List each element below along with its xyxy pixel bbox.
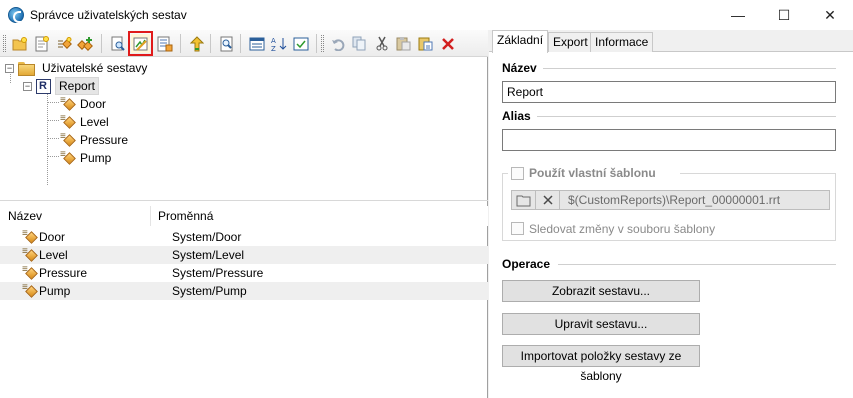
template-path: $(CustomReports)\Report_00000001.rrt: [568, 193, 781, 207]
operations-section-title: Operace: [502, 257, 557, 271]
column-header-name[interactable]: Název: [8, 209, 42, 223]
zoom-icon[interactable]: [217, 34, 236, 53]
variable-list: Název Proměnná Door System/Door Level Sy…: [0, 206, 488, 398]
undo-icon[interactable]: [328, 34, 347, 53]
move-up-icon[interactable]: [187, 34, 206, 53]
use-custom-template-checkbox[interactable]: [511, 167, 524, 180]
column-header-variable[interactable]: Proměnná: [158, 209, 213, 223]
import-template-items-button[interactable]: Importovat položky sestavy ze šablony: [502, 345, 700, 383]
close-button[interactable]: ✕: [807, 0, 853, 30]
report-tree: − Uživatelské sestavy − R Report Door Le…: [0, 57, 488, 200]
table-row[interactable]: Pump System/Pump: [0, 282, 488, 300]
variable-icon: [22, 246, 35, 261]
name-field[interactable]: Report: [502, 81, 836, 103]
tree-root-label[interactable]: Uživatelské sestavy: [39, 60, 150, 76]
tree-report-label[interactable]: Report: [55, 77, 100, 95]
svg-text:A: A: [271, 37, 276, 45]
toolbar-separator: [210, 34, 211, 53]
list-view-icon[interactable]: [247, 34, 266, 53]
add-variables-icon[interactable]: [76, 34, 95, 53]
tree-variable-label[interactable]: Pressure: [77, 132, 131, 148]
tree-report-node[interactable]: − R Report: [23, 77, 100, 95]
toolbar-grip[interactable]: [3, 35, 6, 52]
open-folder-icon[interactable]: [512, 191, 536, 209]
collapse-toggle[interactable]: −: [5, 63, 14, 73]
toolbar: AZ: [0, 30, 488, 57]
tab-basic[interactable]: Základní: [492, 30, 549, 53]
select-icon[interactable]: [291, 34, 310, 53]
variable-icon: [22, 282, 35, 297]
panel-splitter[interactable]: [0, 200, 488, 201]
app-icon: [8, 7, 24, 23]
toolbar-separator: [101, 34, 102, 53]
tree-variable-label[interactable]: Level: [77, 114, 112, 130]
new-folder-icon[interactable]: [10, 34, 29, 53]
row-name: Pump: [39, 284, 71, 298]
left-panel: AZ − Uživatelské sestavy − R Report ≡ Do…: [0, 30, 488, 398]
row-variable: System/Level: [172, 248, 245, 262]
row-variable: System/Pressure: [172, 266, 264, 280]
minimize-button[interactable]: —: [715, 0, 761, 30]
preview-icon[interactable]: [108, 34, 127, 53]
row-name: Pressure: [39, 266, 88, 280]
watch-changes-checkbox[interactable]: [511, 222, 524, 235]
maximize-button[interactable]: ☐: [761, 0, 807, 30]
watch-changes-label: Sledovat změny v souboru šablony: [529, 222, 716, 236]
title-bar: Správce uživatelských sestav — ☐ ✕: [0, 0, 853, 30]
delete-icon[interactable]: [438, 34, 457, 53]
tree-root-node[interactable]: − Uživatelské sestavy: [5, 59, 150, 77]
add-variable-icon[interactable]: [54, 34, 73, 53]
sort-az-icon[interactable]: AZ: [269, 34, 288, 53]
paste-special-icon[interactable]: [416, 34, 435, 53]
template-path-row: $(CustomReports)\Report_00000001.rrt: [511, 190, 830, 210]
tab-export[interactable]: Export: [548, 32, 593, 52]
variable-icon: [60, 131, 73, 146]
edit-report-icon[interactable]: [128, 31, 153, 56]
table-row[interactable]: Door System/Door: [0, 228, 488, 246]
row-variable: System/Pump: [172, 284, 247, 298]
collapse-toggle[interactable]: −: [23, 81, 32, 91]
folder-icon: [18, 61, 35, 76]
cut-icon[interactable]: [372, 34, 391, 53]
variable-icon: [22, 228, 35, 243]
variable-icon: [60, 95, 73, 110]
toolbar-separator: [316, 34, 317, 53]
paste-icon[interactable]: [394, 34, 413, 53]
properties-panel: Základní Export Informace Název Report A…: [489, 30, 853, 398]
name-section-title: Název: [502, 61, 543, 75]
row-variable: System/Door: [172, 230, 242, 244]
tree-variable-node[interactable]: Pump: [60, 149, 114, 167]
copy-icon[interactable]: [350, 34, 369, 53]
list-header: Název Proměnná: [0, 206, 488, 226]
table-row[interactable]: Pressure System/Pressure: [0, 264, 488, 282]
tree-variable-node[interactable]: Level: [60, 113, 112, 131]
clear-icon[interactable]: [536, 191, 560, 209]
variable-icon: [60, 149, 73, 164]
variable-icon: [22, 264, 35, 279]
alias-field[interactable]: [502, 129, 836, 151]
tree-variable-label[interactable]: Door: [77, 96, 109, 112]
toolbar-grip[interactable]: [321, 35, 324, 52]
alias-section-title: Alias: [502, 109, 537, 123]
tree-variable-node[interactable]: Door: [60, 95, 109, 113]
table-row[interactable]: Level System/Level: [0, 246, 488, 264]
window-title: Správce uživatelských sestav: [30, 8, 187, 22]
report-list-icon[interactable]: [155, 34, 174, 53]
variable-icon: [60, 113, 73, 128]
use-custom-template-label: Použít vlastní šablonu: [529, 166, 656, 180]
toolbar-separator: [240, 34, 241, 53]
show-report-button[interactable]: Zobrazit sestavu...: [502, 280, 700, 302]
report-icon: R: [36, 78, 51, 94]
tab-strip: Základní Export Informace: [489, 30, 853, 53]
toolbar-separator: [180, 34, 181, 53]
svg-text:Z: Z: [271, 45, 276, 52]
tab-info[interactable]: Informace: [590, 32, 654, 52]
row-name: Door: [39, 230, 66, 244]
tree-variable-node[interactable]: Pressure: [60, 131, 131, 149]
tree-variable-label[interactable]: Pump: [77, 150, 114, 166]
edit-report-button[interactable]: Upravit sestavu...: [502, 313, 700, 335]
row-name: Level: [39, 248, 68, 262]
new-report-icon[interactable]: [32, 34, 51, 53]
